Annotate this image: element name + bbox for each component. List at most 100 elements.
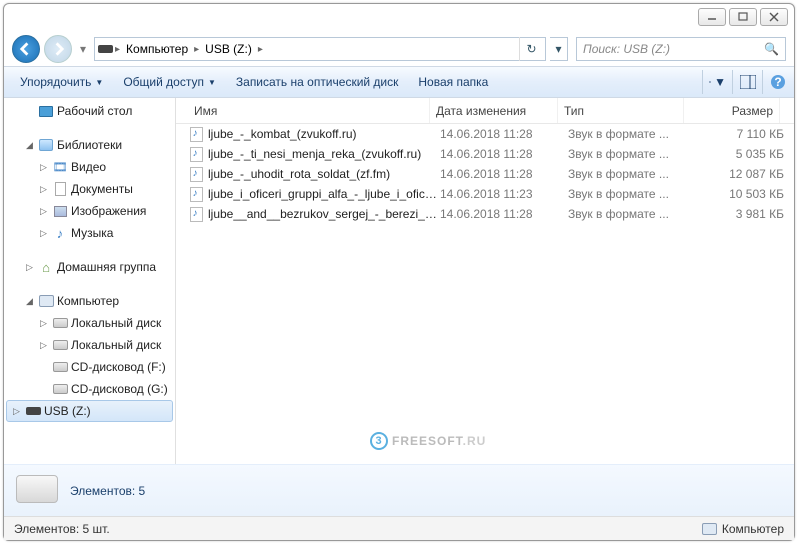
file-row[interactable]: ljube__and__bezrukov_sergej_-_berezi_(zv…: [176, 204, 794, 224]
refresh-icon[interactable]: ↻: [519, 37, 543, 61]
expand-icon[interactable]: ▷: [24, 262, 35, 273]
file-size: 3 981 КБ: [694, 207, 784, 221]
expand-icon[interactable]: ▷: [38, 340, 49, 351]
audio-file-icon: [188, 186, 204, 202]
file-type: Звук в формате ...: [568, 207, 694, 221]
file-date: 14.06.2018 11:28: [440, 147, 568, 161]
sidebar: Рабочий стол ◢Библиотеки ▷🎞Видео ▷Докуме…: [4, 98, 176, 464]
search-placeholder: Поиск: USB (Z:): [583, 42, 670, 56]
col-type[interactable]: Тип: [558, 98, 684, 123]
breadcrumb-usb[interactable]: USB (Z:): [201, 42, 256, 56]
expand-icon[interactable]: ▷: [38, 318, 49, 329]
svg-text:?: ?: [774, 75, 781, 89]
collapse-icon[interactable]: ◢: [24, 296, 35, 307]
audio-file-icon: [188, 126, 204, 142]
video-icon: 🎞: [52, 159, 68, 175]
status-right: Компьютер: [722, 522, 784, 536]
file-size: 12 087 КБ: [694, 167, 784, 181]
breadcrumb-dropdown[interactable]: ▾: [550, 37, 568, 61]
sidebar-item-computer[interactable]: ◢Компьютер: [4, 290, 175, 312]
drive-icon: [52, 337, 68, 353]
computer-icon: [38, 293, 54, 309]
audio-file-icon: [188, 146, 204, 162]
search-input[interactable]: Поиск: USB (Z:) 🔍: [576, 37, 786, 61]
file-date: 14.06.2018 11:23: [440, 187, 568, 201]
file-row[interactable]: ljube_i_oficeri_gruppi_alfa_-_ljube_i_of…: [176, 184, 794, 204]
burn-button[interactable]: Записать на оптический диск: [228, 71, 407, 93]
expand-icon[interactable]: ▷: [38, 206, 49, 217]
view-options-button[interactable]: ▼: [702, 70, 726, 94]
expand-icon[interactable]: ▷: [38, 228, 49, 239]
new-folder-button[interactable]: Новая папка: [410, 71, 496, 93]
file-type: Звук в формате ...: [568, 167, 694, 181]
sidebar-item-video[interactable]: ▷🎞Видео: [4, 156, 175, 178]
details-text: Элементов: 5: [70, 484, 145, 498]
sidebar-item-cd-g[interactable]: CD-дисковод (G:): [4, 378, 175, 400]
nav-bar: ▾ ▸ Компьютер ▸ USB (Z:) ▸ ↻ ▾ Поиск: US…: [4, 32, 794, 66]
cd-icon: [52, 359, 68, 375]
file-date: 14.06.2018 11:28: [440, 127, 568, 141]
column-headers: Имя Дата изменения Тип Размер: [176, 98, 794, 124]
explorer-window: ▾ ▸ Компьютер ▸ USB (Z:) ▸ ↻ ▾ Поиск: US…: [3, 3, 795, 541]
sidebar-item-documents[interactable]: ▷Документы: [4, 178, 175, 200]
preview-pane-button[interactable]: [732, 70, 756, 94]
main-pane: Имя Дата изменения Тип Размер ljube_-_ko…: [176, 98, 794, 464]
organize-button[interactable]: Упорядочить▼: [12, 71, 111, 93]
caption-bar: [4, 4, 794, 32]
minimize-button[interactable]: [698, 8, 726, 26]
drive-large-icon: [16, 475, 58, 507]
col-name[interactable]: Имя: [176, 98, 430, 123]
desktop-icon: [38, 103, 54, 119]
close-button[interactable]: [760, 8, 788, 26]
sidebar-item-libraries[interactable]: ◢Библиотеки: [4, 134, 175, 156]
col-size[interactable]: Размер: [684, 98, 780, 123]
sidebar-item-cd-f[interactable]: CD-дисковод (F:): [4, 356, 175, 378]
chevron-right-icon[interactable]: ▸: [256, 44, 265, 55]
expand-icon[interactable]: ▷: [38, 162, 49, 173]
details-pane: Элементов: 5: [4, 464, 794, 516]
sidebar-item-localdisk[interactable]: ▷Локальный диск: [4, 312, 175, 334]
file-name: ljube_-_uhodit_rota_soldat_(zf.fm): [208, 167, 440, 181]
chevron-right-icon[interactable]: ▸: [113, 44, 122, 55]
body: Рабочий стол ◢Библиотеки ▷🎞Видео ▷Докуме…: [4, 98, 794, 464]
help-button[interactable]: ?: [762, 70, 786, 94]
cd-icon: [52, 381, 68, 397]
file-list[interactable]: ljube_-_kombat_(zvukoff.ru)14.06.2018 11…: [176, 124, 794, 464]
col-date[interactable]: Дата изменения: [430, 98, 558, 123]
search-icon: 🔍: [764, 42, 779, 56]
homegroup-icon: ⌂: [38, 259, 54, 275]
file-name: ljube_i_oficeri_gruppi_alfa_-_ljube_i_of…: [208, 187, 440, 201]
sidebar-item-localdisk[interactable]: ▷Локальный диск: [4, 334, 175, 356]
share-button[interactable]: Общий доступ▼: [115, 71, 224, 93]
chevron-right-icon[interactable]: ▸: [192, 44, 201, 55]
usb-icon: [25, 403, 41, 419]
watermark-badge: 3: [370, 432, 388, 450]
file-date: 14.06.2018 11:28: [440, 207, 568, 221]
breadcrumb-computer[interactable]: Компьютер: [122, 42, 192, 56]
sidebar-item-usb[interactable]: ▷USB (Z:): [6, 400, 173, 422]
sidebar-item-music[interactable]: ▷♪Музыка: [4, 222, 175, 244]
sidebar-item-images[interactable]: ▷Изображения: [4, 200, 175, 222]
breadcrumb[interactable]: ▸ Компьютер ▸ USB (Z:) ▸ ↻: [94, 37, 546, 61]
expand-icon[interactable]: ▷: [11, 406, 22, 417]
forward-button[interactable]: [44, 35, 72, 63]
file-row[interactable]: ljube_-_uhodit_rota_soldat_(zf.fm)14.06.…: [176, 164, 794, 184]
file-type: Звук в формате ...: [568, 127, 694, 141]
sidebar-item-desktop[interactable]: Рабочий стол: [4, 100, 175, 122]
file-name: ljube__and__bezrukov_sergej_-_berezi_(zv…: [208, 207, 440, 221]
image-icon: [52, 203, 68, 219]
status-bar: Элементов: 5 шт. Компьютер: [4, 516, 794, 540]
drive-icon: [97, 41, 113, 57]
nav-history-dropdown[interactable]: ▾: [76, 39, 90, 59]
back-button[interactable]: [12, 35, 40, 63]
chevron-down-icon: ▼: [208, 78, 216, 87]
file-row[interactable]: ljube_-_kombat_(zvukoff.ru)14.06.2018 11…: [176, 124, 794, 144]
collapse-icon[interactable]: ◢: [24, 140, 35, 151]
file-size: 5 035 КБ: [694, 147, 784, 161]
expand-icon[interactable]: ▷: [38, 184, 49, 195]
sidebar-item-homegroup[interactable]: ▷⌂Домашняя группа: [4, 256, 175, 278]
file-row[interactable]: ljube_-_ti_nesi_menja_reka_(zvukoff.ru)1…: [176, 144, 794, 164]
toolbar: Упорядочить▼ Общий доступ▼ Записать на о…: [4, 66, 794, 98]
audio-file-icon: [188, 166, 204, 182]
maximize-button[interactable]: [729, 8, 757, 26]
